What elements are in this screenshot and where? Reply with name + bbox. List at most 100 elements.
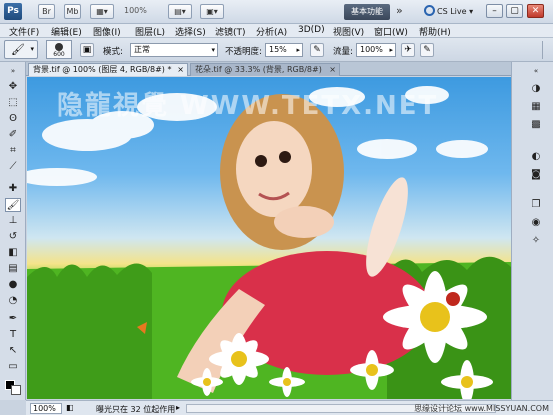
- status-zoom-field[interactable]: 100%: [30, 403, 62, 414]
- source-watermark: 思缘设计论坛 www.MISSYUAN.COM: [414, 404, 549, 413]
- airbrush-icon[interactable]: ✈: [401, 43, 415, 57]
- paths-panel-icon[interactable]: ✧: [529, 234, 543, 248]
- opacity-value: 15%: [269, 45, 287, 54]
- menu-file[interactable]: 文件(F): [9, 25, 39, 38]
- tab-flower-doc[interactable]: 花朵.tif @ 33.3% (背景, RGB/8#) ×: [190, 63, 340, 76]
- brush-tool-icon: 🖌: [11, 43, 25, 56]
- girl-figure: [177, 94, 432, 393]
- flow-value: 100%: [360, 45, 383, 54]
- panel-collapse-handle[interactable]: [542, 41, 550, 59]
- flow-label: 流量:: [333, 47, 353, 57]
- panel-dock: « ◑ ▦ ▩ ◐ ◙ ❐ ◉ ✧: [511, 62, 553, 400]
- eraser-tool-icon[interactable]: ◧: [5, 246, 21, 260]
- path-selection-tool-icon[interactable]: ↖: [5, 344, 21, 358]
- menu-bar: 文件(F) 编辑(E) 图像(I) 图层(L) 选择(S) 滤镜(T) 分析(A…: [0, 24, 553, 38]
- menu-image[interactable]: 图像(I): [93, 25, 121, 38]
- chevron-right-icon: ▸: [296, 46, 300, 54]
- menu-layer[interactable]: 图层(L): [135, 25, 165, 38]
- minimize-button[interactable]: –: [486, 4, 503, 18]
- close-icon[interactable]: ×: [177, 64, 184, 76]
- chevron-down-icon: ▾: [30, 45, 34, 53]
- swatches-panel-icon[interactable]: ▦: [529, 100, 543, 114]
- tools-panel: » ✥ ⬚ ʘ ✐ ⌗ ⟋ ✚ 🖌 ⊥ ↺ ◧ ▤ ● ◔ ✒ T ↖ ▭: [0, 62, 26, 400]
- status-menu-icon[interactable]: ▸: [176, 403, 180, 412]
- eyedropper-tool-icon[interactable]: ⟋: [5, 160, 21, 174]
- dodge-tool-icon[interactable]: ◔: [5, 294, 21, 308]
- cs-live-label: CS Live: [437, 7, 467, 16]
- tab-background-doc[interactable]: 背景.tif @ 100% (图层 4, RGB/8#) * ×: [28, 63, 188, 76]
- brush-panel-toggle-icon[interactable]: ▣: [80, 43, 94, 57]
- watermark-text: 隐龍視覺 WWW.TETX.NET: [57, 91, 439, 121]
- document-canvas[interactable]: 隐龍視覺 WWW.TETX.NET: [27, 77, 511, 399]
- pen-tool-icon[interactable]: ✒: [5, 312, 21, 326]
- menu-3d[interactable]: 3D(D): [298, 25, 325, 35]
- screen-mode-button[interactable]: ▣▾: [200, 4, 224, 19]
- brush-tip-icon: [55, 43, 63, 51]
- color-panel-icon[interactable]: ◑: [529, 82, 543, 96]
- zoom-level[interactable]: 100%: [124, 6, 147, 15]
- quick-select-tool-icon[interactable]: ✐: [5, 128, 21, 142]
- tool-preset-picker[interactable]: 🖌 ▾: [4, 40, 38, 59]
- menu-analysis[interactable]: 分析(A): [256, 25, 287, 38]
- dock-collapse-icon[interactable]: «: [529, 64, 543, 78]
- masks-panel-icon[interactable]: ◙: [529, 168, 543, 182]
- menu-select[interactable]: 选择(S): [175, 25, 206, 38]
- mode-value: 正常: [134, 45, 150, 54]
- styles-panel-icon[interactable]: ▩: [529, 118, 543, 132]
- canvas-image: [27, 86, 511, 399]
- mode-select[interactable]: 正常 ▾: [130, 43, 218, 57]
- type-tool-icon[interactable]: T: [5, 328, 21, 342]
- menu-help[interactable]: 帮助(H): [419, 25, 451, 38]
- toolbar-collapse-icon[interactable]: »: [5, 64, 21, 78]
- history-brush-tool-icon[interactable]: ↺: [5, 230, 21, 244]
- close-button[interactable]: ✕: [527, 4, 544, 18]
- brush-preset-picker[interactable]: 600: [46, 40, 72, 59]
- status-text: 曝光只在 32 位起作用: [96, 405, 176, 414]
- shape-tool-icon[interactable]: ▭: [5, 360, 21, 374]
- menu-view[interactable]: 视图(V): [333, 25, 364, 38]
- mini-bridge-button[interactable]: Mb: [64, 4, 81, 19]
- crop-tool-icon[interactable]: ⌗: [5, 144, 21, 158]
- view-extras-button[interactable]: ▦▾: [90, 4, 114, 19]
- options-bar: 🖌 ▾ 600 ▣ 模式: 正常 ▾ 不透明度: 15% ▸ ✎ 流量: 100% ▸ …: [0, 38, 553, 62]
- ladybug: [446, 292, 460, 306]
- workspace-button[interactable]: 基本功能: [344, 4, 390, 20]
- brush-tool-icon[interactable]: 🖌: [5, 198, 21, 212]
- mode-label: 模式:: [103, 47, 123, 57]
- flow-field[interactable]: 100% ▸: [356, 43, 396, 57]
- menu-window[interactable]: 窗口(W): [374, 25, 408, 38]
- tab-label: 花朵.tif @ 33.3% (背景, RGB/8#): [195, 65, 322, 74]
- opacity-label: 不透明度:: [225, 47, 262, 57]
- status-bar: 100% ◧ 曝光只在 32 位起作用 ▸ 思缘设计论坛 www.MISSYUA…: [26, 400, 553, 415]
- chevron-right-icon: ▸: [389, 46, 393, 54]
- menu-edit[interactable]: 编辑(E): [51, 25, 82, 38]
- lasso-tool-icon[interactable]: ʘ: [5, 112, 21, 126]
- maximize-button[interactable]: ▢: [506, 4, 523, 18]
- cs-live-icon: [424, 5, 435, 16]
- close-icon[interactable]: ×: [329, 64, 336, 76]
- layers-panel-icon[interactable]: ❐: [529, 198, 543, 212]
- tab-label: 背景.tif @ 100% (图层 4, RGB/8#) *: [33, 65, 172, 74]
- clone-stamp-tool-icon[interactable]: ⊥: [5, 214, 21, 228]
- channels-panel-icon[interactable]: ◉: [529, 216, 543, 230]
- bridge-button[interactable]: Br: [38, 4, 55, 19]
- photoshop-logo: Ps: [4, 3, 22, 20]
- more-workspaces-icon[interactable]: »: [396, 4, 403, 17]
- blur-tool-icon[interactable]: ●: [5, 278, 21, 292]
- adjustments-panel-icon[interactable]: ◐: [529, 150, 543, 164]
- document-tab-bar: 背景.tif @ 100% (图层 4, RGB/8#) * × 花朵.tif …: [26, 62, 511, 76]
- cs-live-button[interactable]: CS Live ▾: [424, 5, 473, 16]
- status-info-icon[interactable]: ◧: [66, 403, 74, 412]
- background-color-swatch[interactable]: [11, 385, 21, 395]
- move-tool-icon[interactable]: ✥: [5, 80, 21, 94]
- marquee-tool-icon[interactable]: ⬚: [5, 96, 21, 110]
- gradient-tool-icon[interactable]: ▤: [5, 262, 21, 276]
- chevron-down-icon: ▾: [211, 46, 215, 54]
- arrange-documents-button[interactable]: ▤▾: [168, 4, 192, 19]
- application-bar: Ps Br Mb ▦▾ 100% ▤▾ ▣▾ 基本功能 » CS Live ▾ …: [0, 0, 553, 24]
- healing-brush-tool-icon[interactable]: ✚: [5, 182, 21, 196]
- menu-filter[interactable]: 滤镜(T): [215, 25, 246, 38]
- opacity-field[interactable]: 15% ▸: [265, 43, 303, 57]
- pressure-size-icon[interactable]: ✎: [420, 43, 434, 57]
- pressure-opacity-icon[interactable]: ✎: [310, 43, 324, 57]
